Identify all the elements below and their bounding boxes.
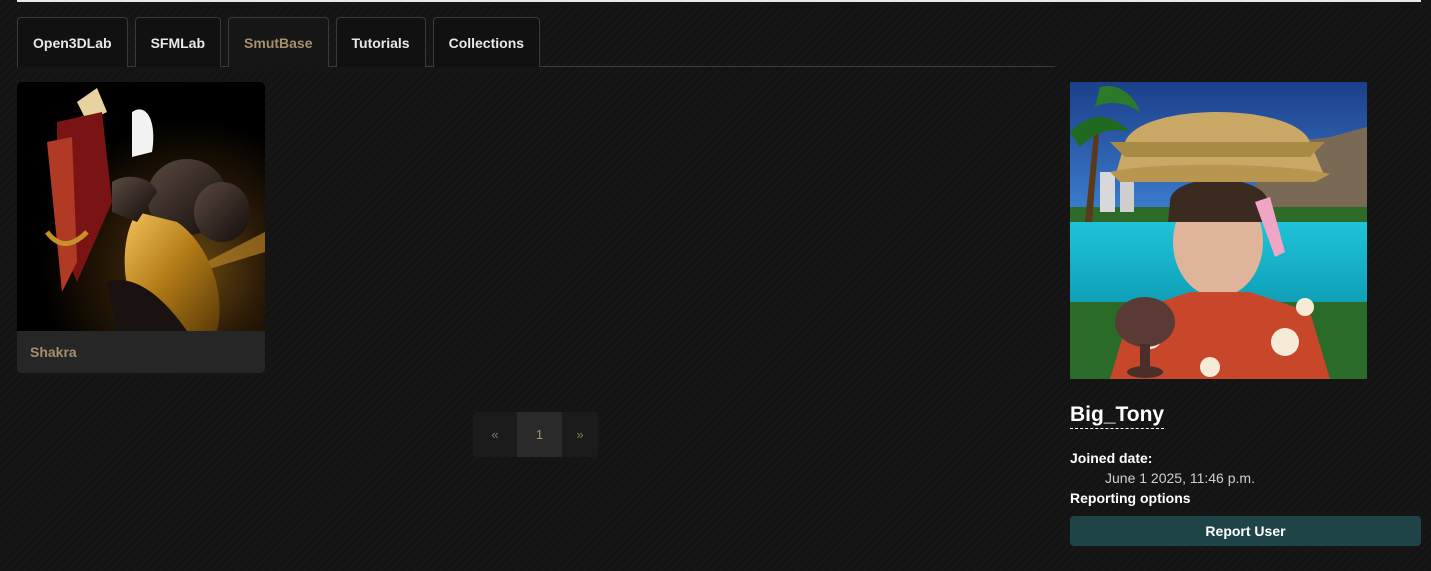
report-user-button[interactable]: Report User (1070, 516, 1421, 546)
tab-open3dlab[interactable]: Open3DLab (17, 17, 128, 67)
project-title[interactable]: Shakra (17, 331, 265, 373)
joined-date-label: Joined date: (1070, 450, 1153, 466)
profile-username: Big_Tony (1070, 402, 1165, 429)
joined-date-value: June 1 2025, 11:46 p.m. (1105, 470, 1255, 486)
project-thumbnail[interactable] (17, 82, 265, 331)
prev-page-button[interactable]: « (473, 412, 517, 457)
top-divider (17, 0, 1421, 2)
pagination: « 1 » (473, 412, 598, 457)
tab-tutorials[interactable]: Tutorials (335, 17, 426, 67)
site-tabs: Open3DLab SFMLab SmutBase Tutorials Coll… (17, 17, 1055, 67)
tab-sfmlab[interactable]: SFMLab (134, 17, 222, 67)
tab-collections[interactable]: Collections (432, 17, 541, 67)
tab-smutbase[interactable]: SmutBase (228, 17, 329, 67)
next-page-button[interactable]: » (562, 412, 598, 457)
project-card[interactable]: Shakra (17, 82, 265, 373)
page-number-button[interactable]: 1 (517, 412, 562, 457)
user-avatar (1070, 82, 1367, 379)
reporting-options-label: Reporting options (1070, 490, 1191, 506)
